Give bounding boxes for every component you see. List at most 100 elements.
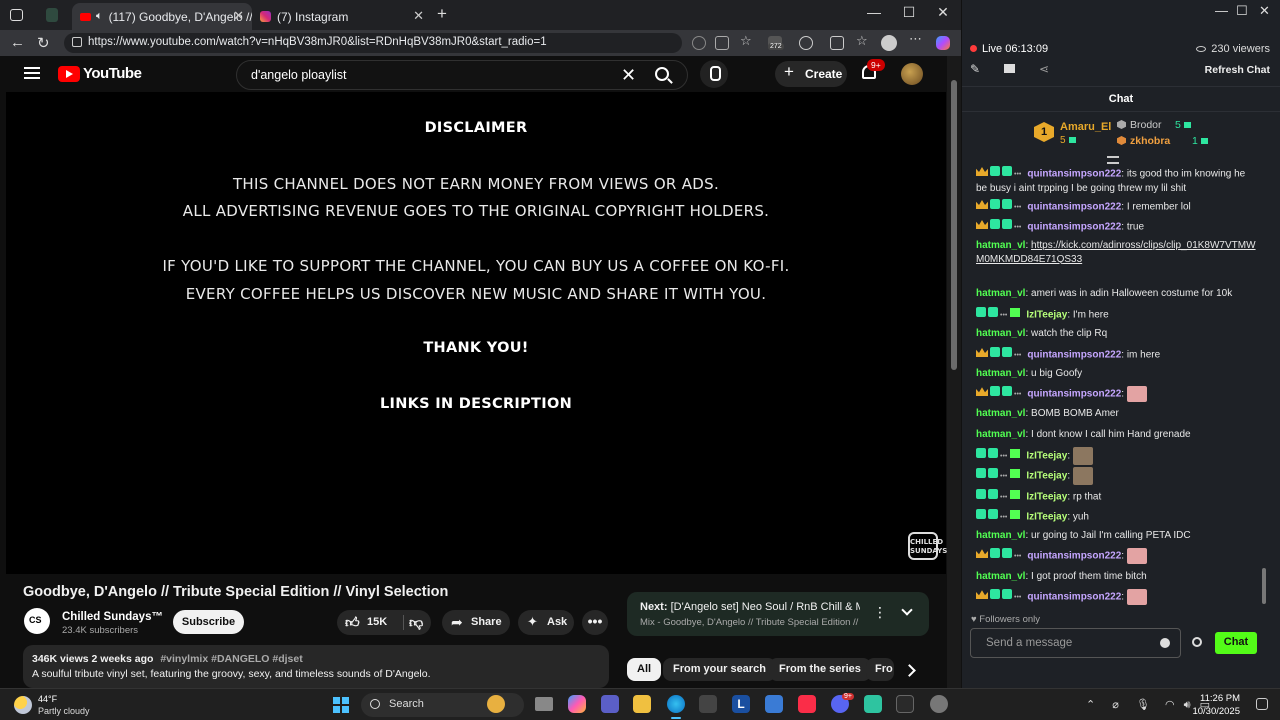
favorite-star-icon[interactable]: ☆ (740, 33, 754, 48)
clear-search-icon[interactable]: ✕ (621, 65, 636, 86)
chat-minimize-button[interactable]: — (1215, 3, 1228, 18)
search-input[interactable]: d'angelo ploaylist (251, 68, 347, 82)
chat-username[interactable]: quintansimpson222 (1027, 389, 1121, 400)
voice-search-mic-icon[interactable] (700, 60, 728, 88)
back-arrow-icon[interactable]: ← (10, 34, 25, 51)
share-button[interactable]: ➦ Share (442, 610, 510, 635)
chevron-up-icon[interactable]: ⌃ (1086, 699, 1095, 711)
leader-name-1[interactable]: Amaru_El (1060, 121, 1111, 133)
maximize-button[interactable]: ☐ (892, 4, 926, 21)
channel-name[interactable]: Chilled Sundays™ (62, 611, 163, 623)
split-screen-icon[interactable] (830, 36, 844, 50)
edge-browser-icon[interactable] (667, 695, 685, 719)
chip-partial[interactable]: Fro (866, 658, 894, 681)
chat-username[interactable]: IzITeejay (1026, 491, 1067, 502)
more-actions-button[interactable]: ••• (582, 610, 608, 635)
chat-username[interactable]: hatman_vl (976, 240, 1025, 251)
chat-username[interactable]: quintansimpson222 (1027, 349, 1121, 360)
chips-next-chevron-icon[interactable] (898, 658, 922, 682)
microphone-icon[interactable]: 🎙︎ (1136, 699, 1150, 711)
chat-send-button[interactable]: Chat (1215, 632, 1257, 654)
tab-youtube[interactable]: 🔈︎ (117) Goodbye, D'Angelo // ✕ (72, 3, 252, 30)
gaming-app-icon[interactable] (864, 695, 882, 713)
chat-username[interactable]: hatman_vl (976, 408, 1025, 419)
store-icon[interactable] (699, 695, 717, 713)
leader-name-2[interactable]: Brodor (1130, 119, 1162, 131)
description-box[interactable]: 346K views 2 weeks ago #vinylmix #DANGEL… (23, 645, 609, 688)
leader-name-3[interactable]: zkhobra (1130, 135, 1170, 147)
notification-center-icon[interactable] (1256, 698, 1268, 710)
copilot-icon[interactable] (936, 36, 950, 50)
like-thumb-icon[interactable]: 👍︎ (345, 614, 360, 631)
chat-username[interactable]: IzITeejay (1026, 309, 1067, 320)
workspace-icon[interactable] (46, 8, 58, 22)
chat-username[interactable]: quintansimpson222 (1027, 221, 1121, 232)
new-tab-button[interactable]: + (437, 4, 447, 24)
dislike-thumb-icon[interactable]: 👎︎ (409, 614, 423, 631)
chat-username[interactable]: IzITeejay (1026, 471, 1067, 482)
minimize-button[interactable]: — (857, 4, 891, 20)
chip-all[interactable]: All (627, 658, 662, 681)
next-video-card[interactable]: Next: [D'Angelo set] Neo Soul / RnB Chil… (627, 592, 929, 636)
like-count[interactable]: 15K (367, 616, 387, 628)
page-scrollbar[interactable] (947, 56, 961, 688)
search-box[interactable]: d'angelo ploaylist ✕ (236, 60, 688, 90)
chat-username[interactable]: hatman_vl (976, 328, 1025, 339)
tab-instagram[interactable]: (7) Instagram ✕ (252, 3, 432, 30)
create-button[interactable]: + Create (775, 61, 847, 87)
teams-icon[interactable] (601, 695, 619, 713)
task-view-icon[interactable] (535, 697, 553, 711)
start-button-windows-icon[interactable] (333, 697, 349, 713)
extensions-puzzle-icon[interactable] (799, 36, 813, 50)
chat-username[interactable]: hatman_vl (976, 288, 1025, 299)
menu-icon[interactable] (24, 67, 40, 79)
close-button[interactable]: ✕ (926, 4, 960, 21)
tab-actions-icon[interactable] (10, 9, 23, 21)
edit-app-icon[interactable] (765, 695, 783, 713)
chat-username[interactable]: hatman_vl (976, 530, 1025, 541)
url-field[interactable]: https://www.youtube.com/watch?v=nHqBV38m… (64, 33, 682, 53)
channel-avatar[interactable] (24, 608, 50, 634)
copilot-icon[interactable] (568, 695, 586, 713)
chevron-down-icon[interactable] (901, 604, 913, 616)
chat-username[interactable]: IzITeejay (1026, 451, 1067, 462)
chat-username[interactable]: quintansimpson222 (1027, 201, 1121, 212)
tab-close-icon[interactable]: ✕ (413, 8, 424, 24)
settings-more-icon[interactable]: ⋯ (909, 31, 923, 46)
chat-message-input[interactable] (971, 629, 1151, 657)
ask-button[interactable]: ✦ Ask (518, 610, 574, 635)
chip-from-the-series[interactable]: From the series (769, 658, 871, 681)
favorites-icon[interactable]: ☆ (856, 33, 870, 48)
account-avatar[interactable] (901, 63, 923, 85)
channel-watermark[interactable]: CHILLED SUNDAYS (908, 532, 947, 560)
chat-scrollbar[interactable] (1262, 568, 1266, 604)
refresh-chat-button[interactable]: Refresh Chat (1205, 64, 1270, 76)
app-available-icon[interactable] (715, 36, 729, 50)
chip-from-your-search[interactable]: From your search (663, 658, 776, 681)
settings-gear-icon[interactable] (930, 695, 948, 713)
terminal-icon[interactable] (896, 695, 914, 713)
chat-maximize-button[interactable]: ☐ (1236, 3, 1248, 19)
volume-icon[interactable]: 🔊︎ (1184, 699, 1191, 711)
chat-username[interactable]: hatman_vl (976, 368, 1025, 379)
video-player[interactable]: DISCLAIMER THIS CHANNEL DOES NOT EARN MO… (6, 92, 947, 574)
hashtags[interactable]: #vinylmix #DANGELO #djset (160, 653, 302, 665)
clip-icon[interactable] (1004, 64, 1015, 73)
music-icon[interactable] (798, 695, 816, 713)
subscribe-button[interactable]: Subscribe (173, 610, 244, 634)
tracking-icon[interactable] (692, 36, 706, 50)
reload-icon[interactable]: ↻ (37, 34, 50, 52)
chat-settings-gear-icon[interactable] (1192, 637, 1202, 647)
chat-username[interactable]: hatman_vl (976, 571, 1025, 582)
chat-username[interactable]: quintansimpson222 (1027, 592, 1121, 603)
scrollbar-thumb[interactable] (951, 80, 957, 370)
kebab-menu-icon[interactable]: ⋮ (873, 604, 887, 621)
youtube-logo[interactable]: YouTube (58, 65, 142, 82)
chat-username[interactable]: hatman_vl (976, 429, 1025, 440)
app-l-icon[interactable]: L (732, 695, 750, 713)
pencil-icon[interactable]: ✎ (970, 62, 980, 76)
chat-close-button[interactable]: ✕ (1259, 3, 1270, 19)
chat-username[interactable]: IzITeejay (1026, 511, 1067, 522)
tab-close-icon[interactable]: ✕ (233, 8, 244, 24)
network-offline-icon[interactable]: ⌀ (1112, 699, 1119, 711)
